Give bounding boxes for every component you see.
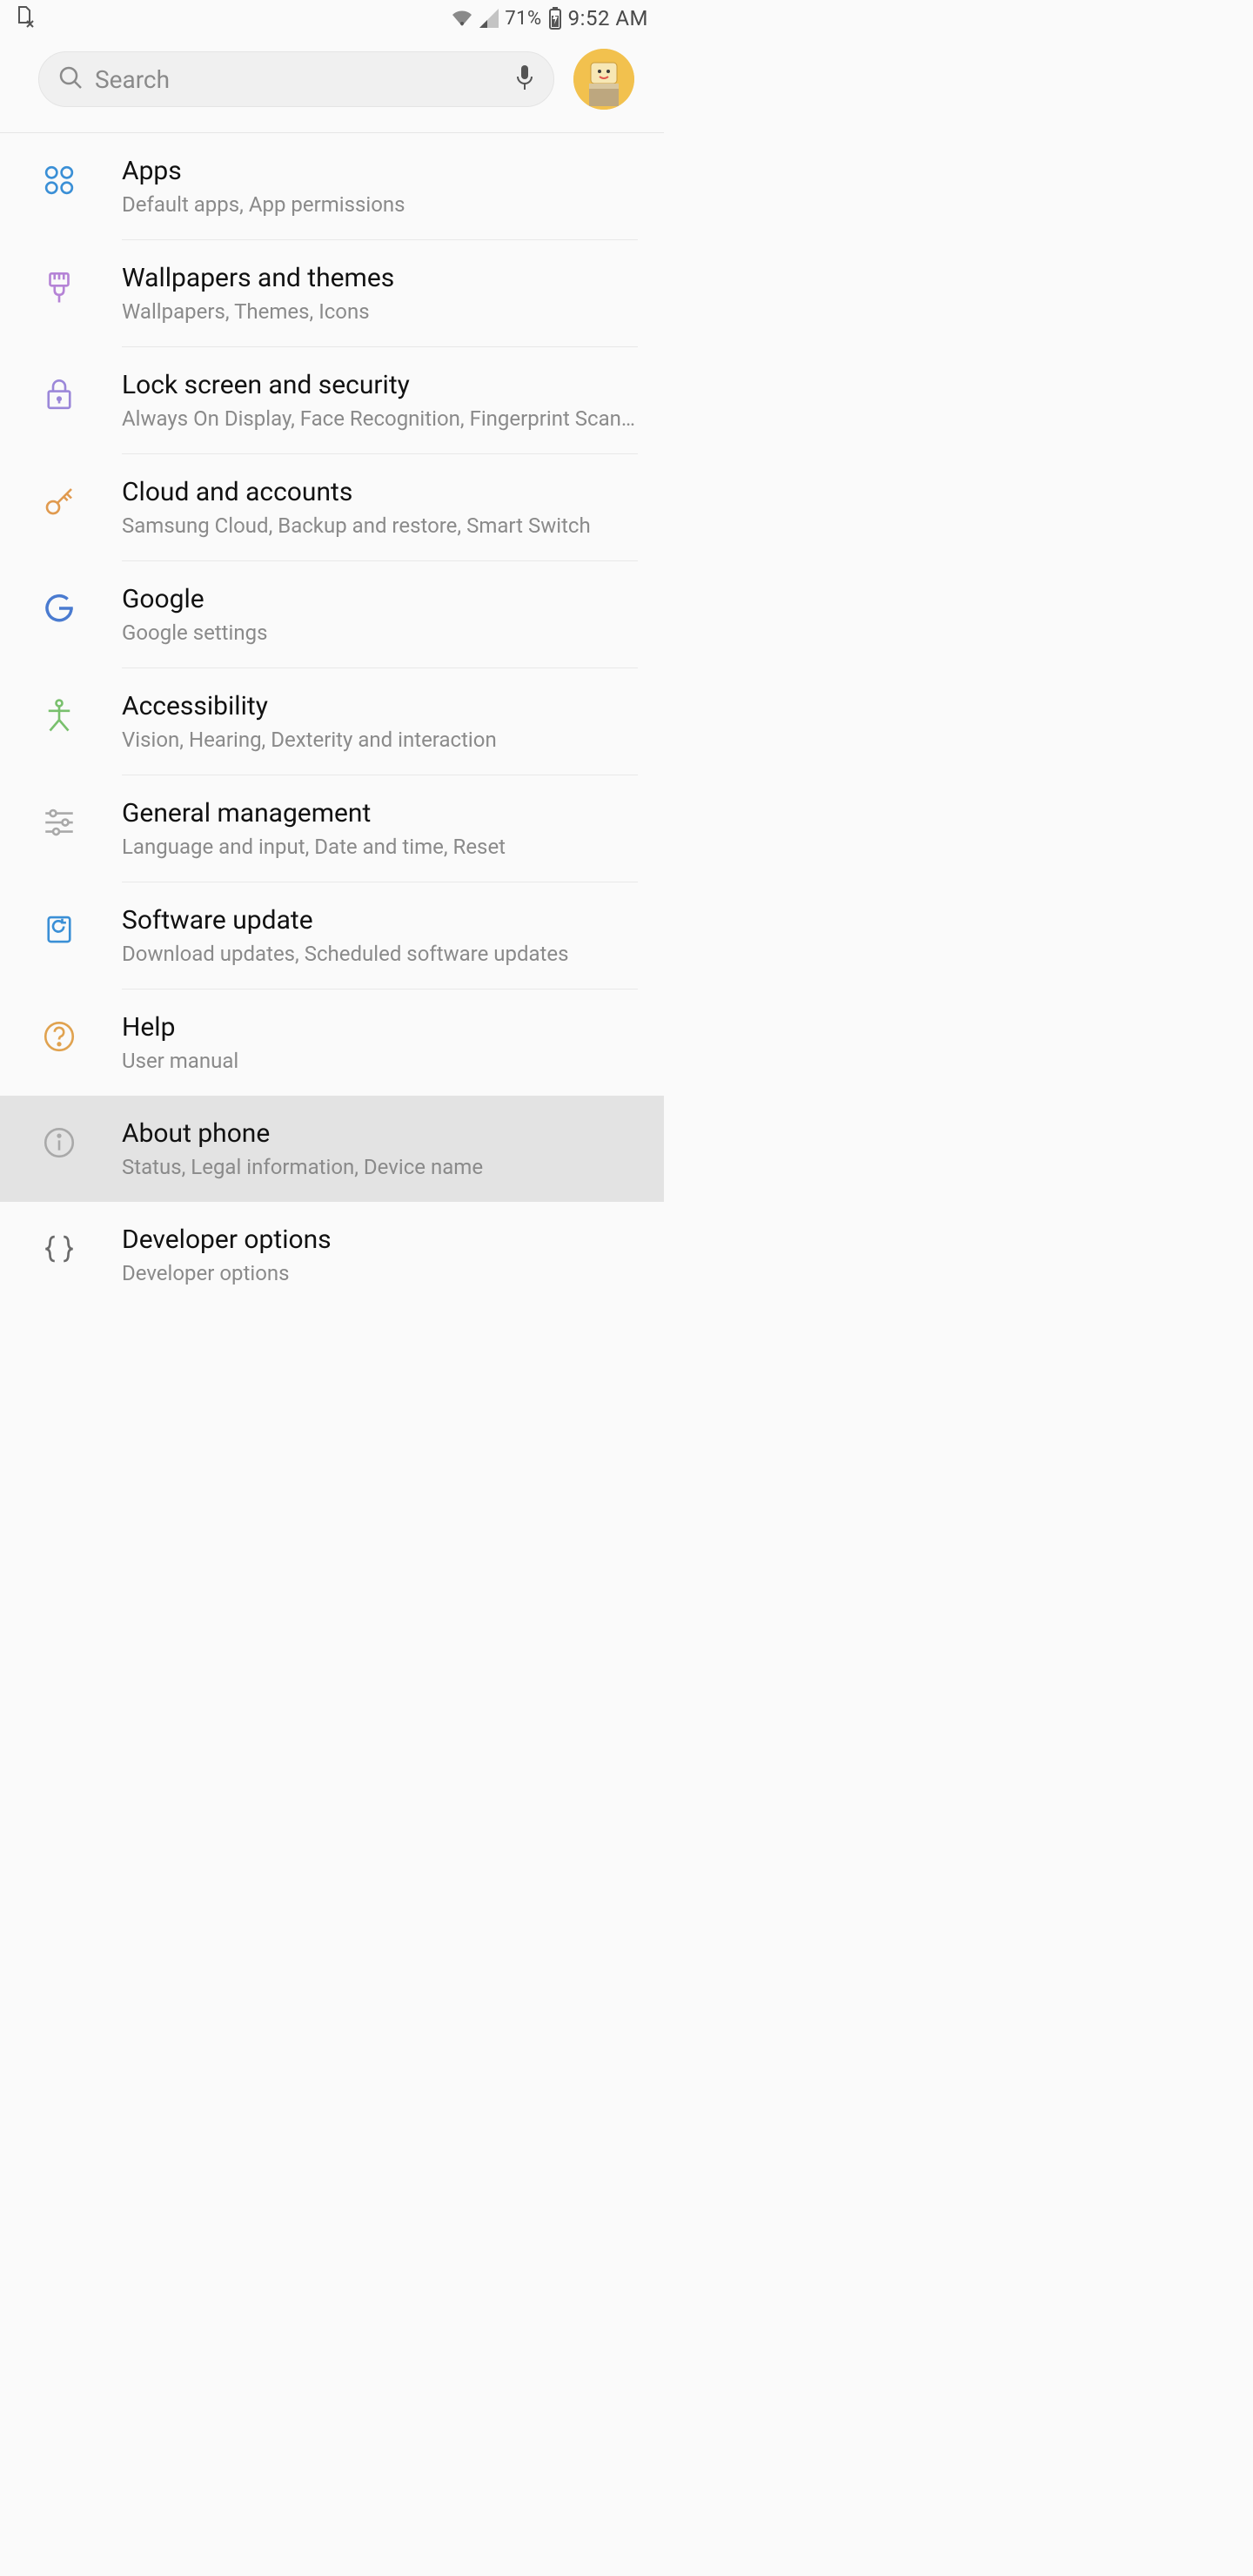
lock-icon xyxy=(38,373,80,415)
settings-row-wallpapers[interactable]: Wallpapers and themes Wallpapers, Themes,… xyxy=(0,240,664,346)
settings-row-subtitle: Developer options xyxy=(122,1261,638,1285)
settings-row-general[interactable]: General management Language and input, Da… xyxy=(0,775,664,882)
settings-row-title: Accessibility xyxy=(122,691,638,722)
apps-icon xyxy=(38,159,80,201)
signal-icon xyxy=(479,9,499,28)
search-icon xyxy=(58,65,83,93)
settings-row-help[interactable]: Help User manual xyxy=(0,989,664,1096)
google-icon xyxy=(38,587,80,629)
settings-row-subtitle: Default apps, App permissions xyxy=(122,192,638,217)
settings-row-title: Developer options xyxy=(122,1224,638,1256)
settings-row-cloud[interactable]: Cloud and accounts Samsung Cloud, Backup … xyxy=(0,454,664,560)
settings-row-a11y[interactable]: Accessibility Vision, Hearing, Dexterity … xyxy=(0,668,664,775)
wifi-icon xyxy=(451,9,473,28)
settings-row-title: Apps xyxy=(122,156,638,187)
settings-row-apps[interactable]: Apps Default apps, App permissions xyxy=(0,133,664,239)
info-icon xyxy=(38,1122,80,1164)
search-placeholder: Search xyxy=(95,65,170,94)
braces-icon xyxy=(38,1228,80,1270)
settings-row-subtitle: User manual xyxy=(122,1049,638,1073)
settings-row-title: Wallpapers and themes xyxy=(122,263,638,294)
settings-row-about[interactable]: About phone Status, Legal information, De… xyxy=(0,1096,664,1202)
key-icon xyxy=(38,480,80,522)
settings-row-title: General management xyxy=(122,798,638,829)
settings-row-subtitle: Vision, Hearing, Dexterity and interacti… xyxy=(122,728,638,752)
brush-icon xyxy=(38,266,80,308)
sliders-icon xyxy=(38,802,80,843)
settings-header: Search xyxy=(0,37,664,132)
settings-list: Apps Default apps, App permissions Wallpa… xyxy=(0,133,664,1343)
settings-row-title: About phone xyxy=(122,1118,638,1150)
sim-icon xyxy=(16,5,33,31)
help-icon xyxy=(38,1016,80,1057)
settings-row-devopts[interactable]: Developer options Developer options xyxy=(0,1202,664,1308)
status-bar: 71% 9:52 AM xyxy=(0,0,664,37)
settings-row-swupdate[interactable]: Software update Download updates, Schedul… xyxy=(0,882,664,989)
settings-row-title: Cloud and accounts xyxy=(122,477,638,508)
update-icon xyxy=(38,909,80,950)
profile-avatar[interactable] xyxy=(573,49,634,110)
settings-row-lock[interactable]: Lock screen and security Always On Displa… xyxy=(0,347,664,453)
settings-row-subtitle: Language and input, Date and time, Reset xyxy=(122,835,638,859)
person-icon xyxy=(38,694,80,736)
settings-row-subtitle: Samsung Cloud, Backup and restore, Smart… xyxy=(122,513,638,538)
battery-icon xyxy=(548,7,562,30)
settings-row-subtitle: Always On Display, Face Recognition, Fin… xyxy=(122,406,638,431)
settings-row-title: Lock screen and security xyxy=(122,370,638,401)
settings-row-title: Software update xyxy=(122,905,638,936)
settings-row-subtitle: Google settings xyxy=(122,621,638,645)
search-input[interactable]: Search xyxy=(38,51,554,107)
settings-row-subtitle: Download updates, Scheduled software upd… xyxy=(122,942,638,966)
settings-row-title: Google xyxy=(122,584,638,615)
battery-percent: 71% xyxy=(505,8,541,30)
settings-row-subtitle: Wallpapers, Themes, Icons xyxy=(122,299,638,324)
settings-row-google[interactable]: Google Google settings xyxy=(0,561,664,667)
settings-row-subtitle: Status, Legal information, Device name xyxy=(122,1155,638,1179)
clock: 9:52 AM xyxy=(568,6,648,30)
settings-row-title: Help xyxy=(122,1012,638,1043)
microphone-icon[interactable] xyxy=(515,64,534,95)
